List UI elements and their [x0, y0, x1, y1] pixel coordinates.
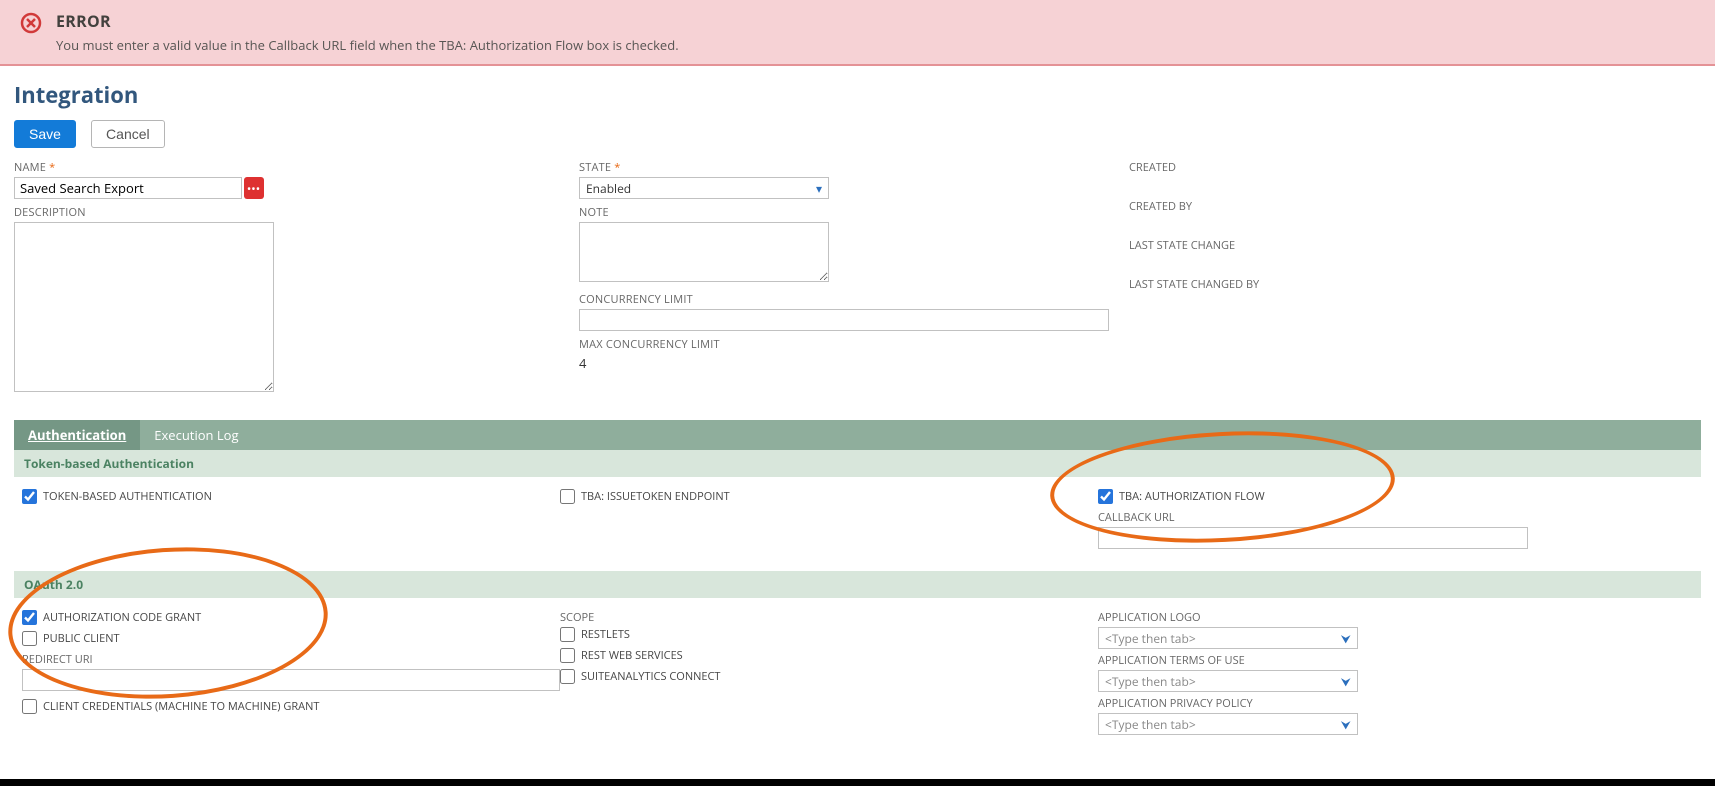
app-privacy-select[interactable]: <Type then tab> ⮟ — [1098, 713, 1358, 735]
created-by-label: CREATED BY — [1129, 199, 1559, 214]
app-terms-placeholder: <Type then tab> — [1105, 673, 1196, 690]
double-caret-icon: ⮟ — [1341, 630, 1351, 647]
client-credentials-label: CLIENT CREDENTIALS (MACHINE TO MACHINE) … — [43, 699, 319, 714]
app-privacy-placeholder: <Type then tab> — [1105, 716, 1196, 733]
name-input[interactable] — [14, 177, 242, 199]
client-credentials-checkbox[interactable] — [22, 699, 37, 714]
double-caret-icon: ⮟ — [1341, 673, 1351, 690]
auth-code-grant-label: AUTHORIZATION CODE GRANT — [43, 610, 201, 625]
page-title: Integration — [14, 80, 1701, 110]
section-heading-tba: Token-based Authentication — [14, 450, 1701, 477]
app-logo-select[interactable]: <Type then tab> ⮟ — [1098, 627, 1358, 649]
last-state-changed-by-label: LAST STATE CHANGED BY — [1129, 277, 1559, 292]
tab-authentication[interactable]: Authentication — [14, 420, 140, 450]
description-textarea[interactable] — [14, 222, 274, 392]
name-label: NAME — [14, 160, 559, 175]
created-label: CREATED — [1129, 160, 1559, 175]
error-banner: ERROR You must enter a valid value in th… — [0, 0, 1715, 66]
bottom-border — [0, 779, 1715, 786]
tab-execution-log[interactable]: Execution Log — [140, 420, 252, 450]
suiteanalytics-checkbox[interactable] — [560, 669, 575, 684]
restlets-checkbox[interactable] — [560, 627, 575, 642]
note-label: NOTE — [579, 205, 1109, 220]
app-logo-placeholder: <Type then tab> — [1105, 630, 1196, 647]
restlets-label: RESTLETS — [581, 627, 630, 642]
error-title: ERROR — [56, 10, 679, 32]
app-terms-label: APPLICATION TERMS OF USE — [1098, 653, 1528, 668]
ellipsis-icon: ••• — [247, 184, 260, 193]
state-value: Enabled — [586, 180, 631, 197]
tba-issuetoken-checkbox[interactable] — [560, 489, 575, 504]
app-logo-label: APPLICATION LOGO — [1098, 610, 1528, 625]
redirect-uri-label: REDIRECT URI — [22, 652, 560, 667]
rest-ws-label: REST WEB SERVICES — [581, 648, 683, 663]
tba-auth-flow-label: TBA: AUTHORIZATION FLOW — [1119, 489, 1265, 504]
state-label: STATE — [579, 160, 1109, 175]
button-row: Save Cancel — [14, 120, 1701, 148]
caret-down-icon: ▾ — [816, 180, 822, 197]
error-icon — [20, 12, 42, 38]
error-message: You must enter a valid value in the Call… — [56, 36, 679, 54]
name-expand-button[interactable]: ••• — [244, 177, 264, 199]
concurrency-input[interactable] — [579, 309, 1109, 331]
last-state-change-label: LAST STATE CHANGE — [1129, 238, 1559, 253]
public-client-label: PUBLIC CLIENT — [43, 631, 120, 646]
tba-label: TOKEN-BASED AUTHENTICATION — [43, 489, 212, 504]
tba-checkbox[interactable] — [22, 489, 37, 504]
tba-issuetoken-label: TBA: ISSUETOKEN ENDPOINT — [581, 489, 730, 504]
app-privacy-label: APPLICATION PRIVACY POLICY — [1098, 696, 1528, 711]
save-button[interactable]: Save — [14, 120, 76, 148]
public-client-checkbox[interactable] — [22, 631, 37, 646]
section-heading-oauth: OAuth 2.0 — [14, 571, 1701, 598]
app-terms-select[interactable]: <Type then tab> ⮟ — [1098, 670, 1358, 692]
scope-label: SCOPE — [560, 610, 1098, 625]
callback-url-label: CALLBACK URL — [1098, 510, 1528, 525]
concurrency-label: CONCURRENCY LIMIT — [579, 292, 1109, 307]
max-concurrency-label: MAX CONCURRENCY LIMIT — [579, 337, 1109, 352]
auth-code-grant-checkbox[interactable] — [22, 610, 37, 625]
tab-bar: Authentication Execution Log — [14, 420, 1701, 450]
double-caret-icon: ⮟ — [1341, 716, 1351, 733]
max-concurrency-value: 4 — [579, 354, 1109, 372]
note-textarea[interactable] — [579, 222, 829, 282]
rest-ws-checkbox[interactable] — [560, 648, 575, 663]
suiteanalytics-label: SUITEANALYTICS CONNECT — [581, 669, 720, 684]
cancel-button[interactable]: Cancel — [91, 120, 165, 148]
tba-auth-flow-checkbox[interactable] — [1098, 489, 1113, 504]
state-select[interactable]: Enabled ▾ — [579, 177, 829, 199]
description-label: DESCRIPTION — [14, 205, 559, 220]
callback-url-input[interactable] — [1098, 527, 1528, 549]
redirect-uri-input[interactable] — [22, 669, 560, 691]
